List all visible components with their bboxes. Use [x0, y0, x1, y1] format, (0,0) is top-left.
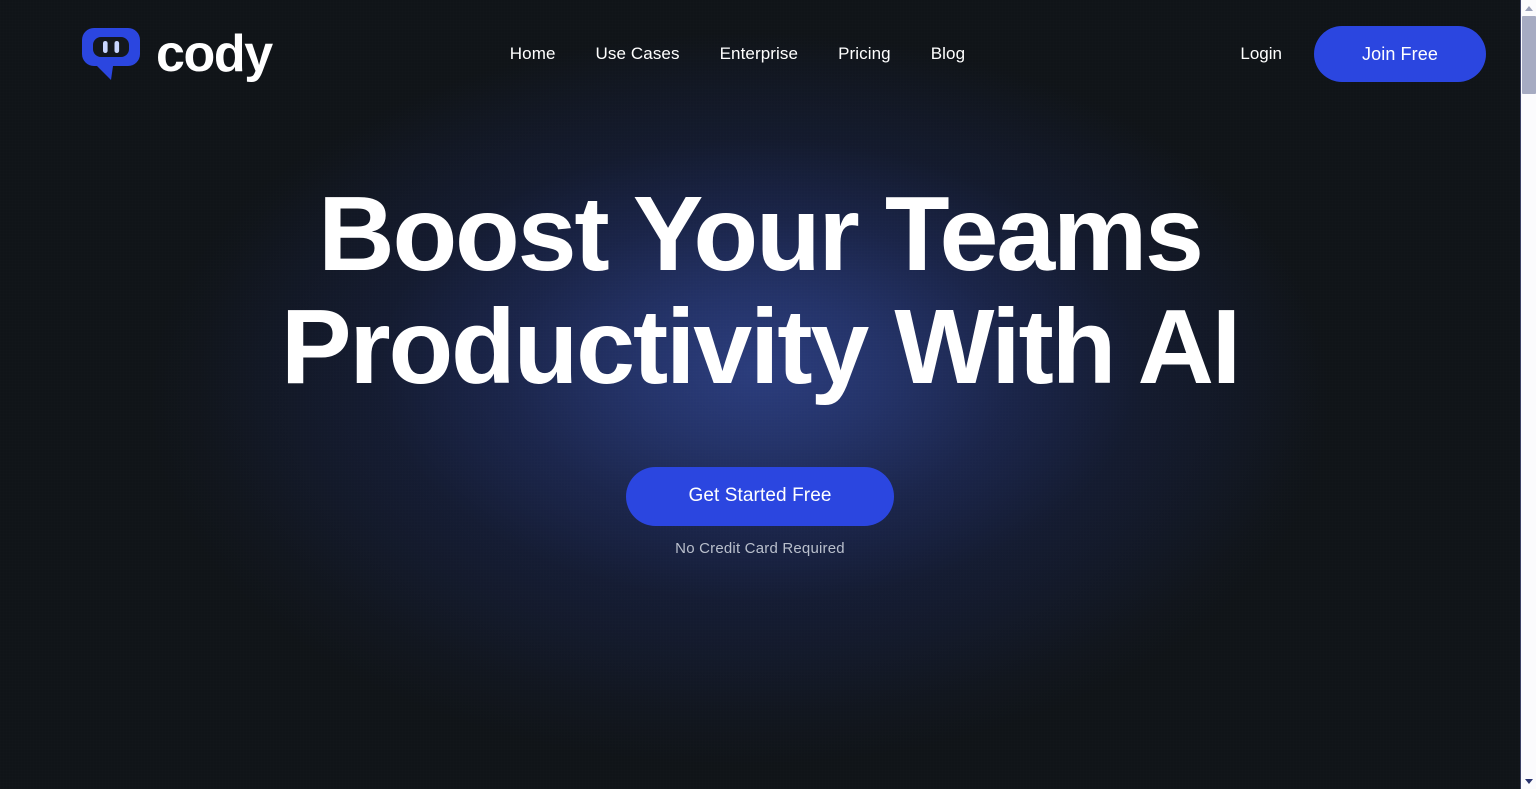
brand-name: cody: [156, 25, 273, 83]
nav-link-use-cases[interactable]: Use Cases: [576, 36, 700, 72]
hero-cta-group: Get Started Free No Credit Card Required: [626, 466, 894, 557]
join-free-button[interactable]: Join Free: [1314, 26, 1486, 82]
hero-section: Boost Your Teams Productivity With AI Ge…: [0, 108, 1520, 789]
hero-headline-line-1: Boost Your Teams: [318, 175, 1204, 293]
hero-headline: Boost Your Teams Productivity With AI: [280, 175, 1241, 407]
header-actions: Login Join Free: [1240, 26, 1486, 82]
scrollbar-up-button[interactable]: [1521, 0, 1536, 16]
cta-disclaimer-text: No Credit Card Required: [675, 539, 845, 557]
nav-link-home[interactable]: Home: [490, 36, 576, 72]
nav-link-enterprise[interactable]: Enterprise: [700, 36, 818, 72]
cody-chat-bot-logo-icon: [80, 26, 142, 82]
login-link[interactable]: Login: [1240, 44, 1282, 64]
nav-link-blog[interactable]: Blog: [911, 36, 985, 72]
brand-logo-link[interactable]: cody: [80, 25, 273, 83]
site-header: cody Home Use Cases Enterprise Pricing B…: [0, 0, 1520, 108]
get-started-free-button[interactable]: Get Started Free: [626, 466, 894, 526]
vertical-scroll-thumb[interactable]: [1522, 16, 1536, 94]
chevron-up-icon: [1525, 5, 1533, 11]
chevron-down-icon: [1525, 778, 1533, 784]
scrollbar-down-button[interactable]: [1521, 773, 1536, 789]
hero-headline-line-2: Productivity With AI: [280, 288, 1241, 407]
main-navigation: Home Use Cases Enterprise Pricing Blog: [490, 36, 985, 72]
vertical-scrollbar[interactable]: [1520, 0, 1536, 789]
page-viewport: cody Home Use Cases Enterprise Pricing B…: [0, 0, 1520, 789]
nav-link-pricing[interactable]: Pricing: [818, 36, 911, 72]
